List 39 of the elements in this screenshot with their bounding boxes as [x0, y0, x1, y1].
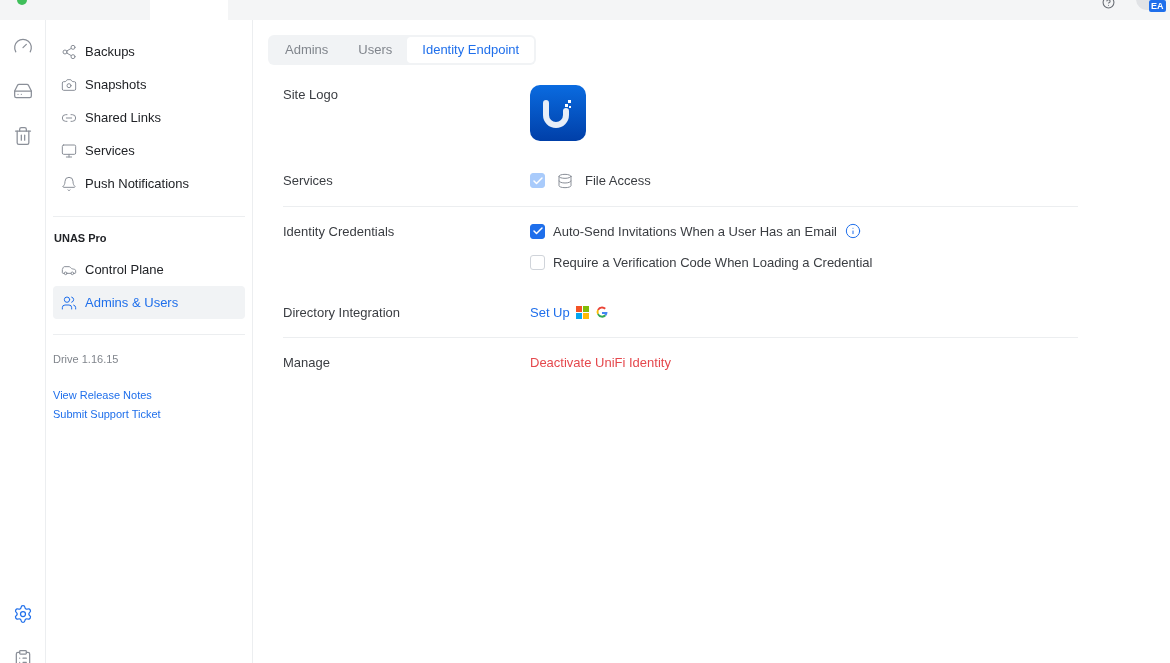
sidebar-item[interactable]: Shared Links [53, 101, 245, 134]
deactivate-link[interactable]: Deactivate UniFi Identity [530, 353, 671, 373]
google-logo-icon [594, 305, 609, 320]
sidebar-link[interactable]: Submit Support Ticket [53, 404, 161, 424]
sidebar-item[interactable]: Push Notifications [53, 167, 245, 200]
database-icon [557, 172, 573, 189]
sidebar-link[interactable]: View Release Notes [53, 385, 152, 405]
drive-icon [12, 81, 33, 101]
info-icon[interactable] [844, 223, 861, 240]
section-title: UNAS Pro [53, 231, 108, 247]
setting-label: Identity Credentials [283, 222, 396, 241]
sidebar-item[interactable]: Services [53, 134, 245, 167]
tab[interactable]: Users [343, 37, 408, 63]
windows-logo-icon [575, 305, 589, 319]
setting-label: Services [283, 172, 334, 190]
setting-label: Site Logo [283, 86, 339, 104]
nodes-icon [61, 43, 77, 60]
setting-label: Manage [283, 354, 331, 372]
option-label: Auto-Send Invitations When a User Has an Email [553, 222, 837, 241]
trash-icon [12, 126, 33, 146]
logo-icon [530, 85, 586, 141]
checkbox[interactable] [530, 223, 545, 239]
tab[interactable]: Admins [270, 37, 344, 63]
settings-icon [12, 604, 33, 624]
version-text: Drive 1.16.15 [53, 352, 120, 367]
option-label: File Access [585, 172, 651, 190]
sidebar-item[interactable]: Snapshots [53, 68, 245, 101]
sidebar-item[interactable]: Control Plane [53, 253, 245, 286]
bell-icon [61, 175, 77, 192]
tab[interactable]: Identity Endpoint [407, 37, 535, 63]
setup-link[interactable]: Set Up [530, 302, 570, 322]
camera-icon [61, 76, 77, 93]
sidebar-item[interactable]: Backups [53, 35, 245, 68]
setting-label: Directory Integration [283, 303, 402, 322]
users-icon [61, 294, 77, 311]
monitor-icon [61, 142, 77, 159]
avatar-badge: EA [1149, 0, 1166, 12]
sidebar-item[interactable]: Admins & Users [53, 286, 245, 319]
option-label: Require a Verification Code When Loading a Credential [553, 254, 873, 272]
